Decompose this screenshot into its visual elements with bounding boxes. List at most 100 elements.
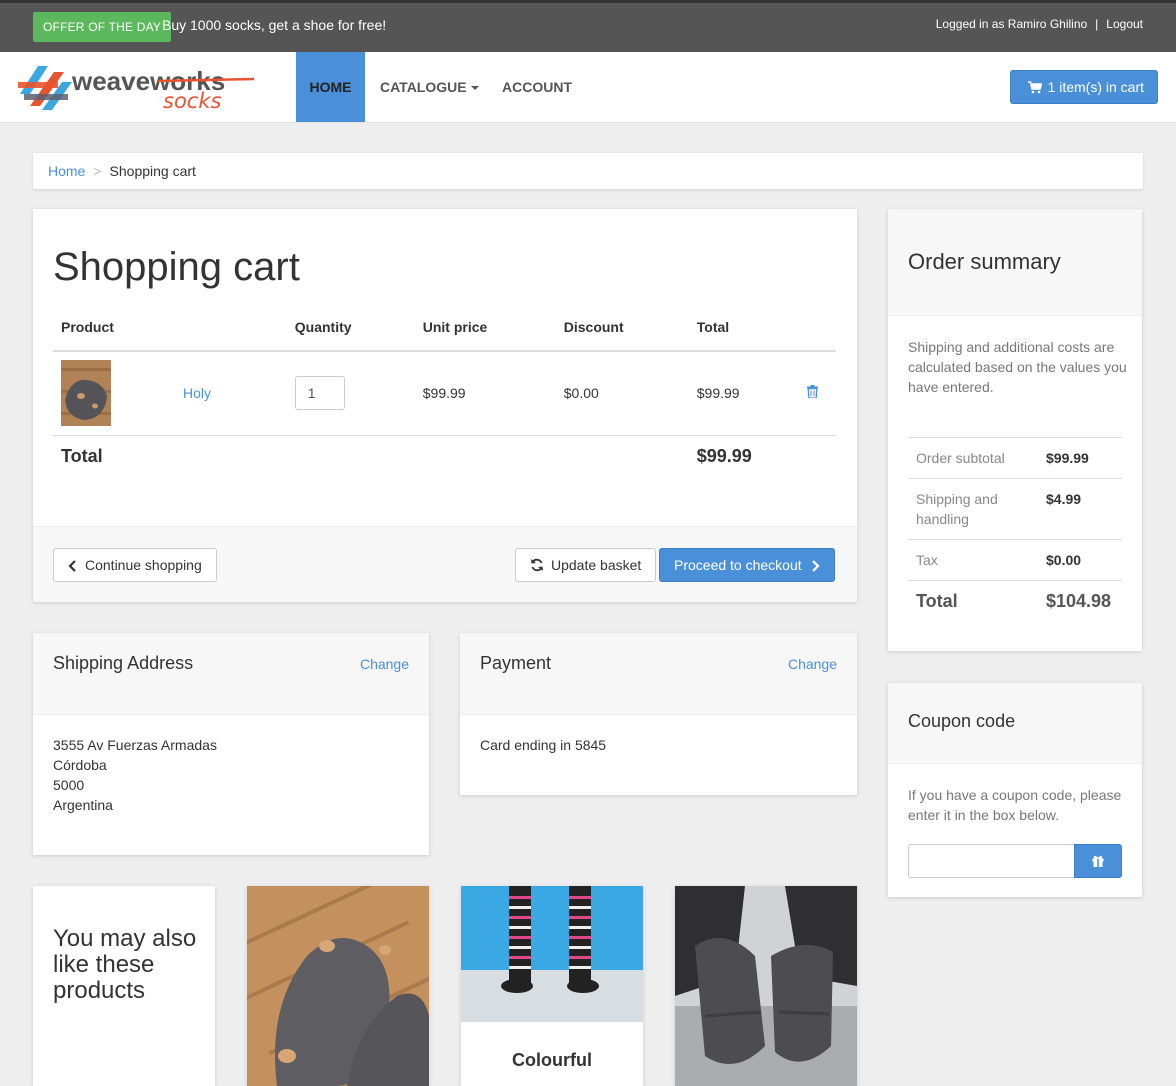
nav-catalogue[interactable]: CATALOGUE xyxy=(380,52,479,122)
order-summary-note: Shipping and additional costs are calcul… xyxy=(908,339,1127,395)
coupon-title: Coupon code xyxy=(908,711,1016,731)
summary-row-shipping: Shipping and handling $4.99 xyxy=(908,478,1122,540)
summary-value: $99.99 xyxy=(1038,437,1122,479)
change-payment-link[interactable]: Change xyxy=(788,656,837,672)
total-cell: $99.99 xyxy=(688,351,799,436)
quantity-input[interactable] xyxy=(294,376,345,411)
related-product-image[interactable] xyxy=(247,886,429,1086)
top-bar: OFFER OF THE DAY Buy 1000 socks, get a s… xyxy=(0,0,1176,52)
update-basket-button[interactable]: Update basket xyxy=(515,548,657,582)
trash-icon[interactable] xyxy=(806,385,818,399)
coupon-input[interactable] xyxy=(908,844,1074,878)
nav-home[interactable]: HOME xyxy=(296,52,365,122)
product-image-holy[interactable] xyxy=(61,360,111,427)
summary-value: $0.00 xyxy=(1038,539,1122,581)
cart-total-value: $99.99 xyxy=(696,445,752,466)
order-summary-table: Order subtotal $99.99 Shipping and handl… xyxy=(908,437,1122,621)
weaveworks-socks-logo[interactable]: weaveworks socks xyxy=(18,60,258,116)
payment-header: Payment Change xyxy=(460,633,857,715)
quantity-cell xyxy=(286,351,415,436)
update-basket-label: Update basket xyxy=(551,557,642,573)
summary-total-value: $104.98 xyxy=(1038,580,1122,621)
proceed-to-checkout-button[interactable]: Proceed to checkout xyxy=(659,548,835,582)
cart-table: Product Quantity Unit price Discount Tot… xyxy=(53,319,836,477)
product-name-cell: Holy xyxy=(175,351,287,436)
cart-actions: Continue shopping Update basket Proceed … xyxy=(33,526,857,602)
table-row: Holy $99.99 $0.00 $99.99 xyxy=(53,351,836,436)
shipping-address-body: 3555 Av Fuerzas Armadas Córdoba 5000 Arg… xyxy=(53,735,217,815)
summary-label: Tax xyxy=(908,539,1038,581)
breadcrumb-separator: > xyxy=(93,163,102,179)
shopping-cart-panel: Shopping cart Product Quantity Unit pric… xyxy=(33,209,857,602)
offer-text: Buy 1000 socks, get a shoe for free! xyxy=(162,17,387,33)
summary-value: $4.99 xyxy=(1038,478,1122,540)
navbar: weaveworks socks HOME CATALOGUE ACCOUNT … xyxy=(0,52,1176,123)
order-summary-panel: Order summary Shipping and additional co… xyxy=(888,209,1142,651)
summary-row-total: Total $104.98 xyxy=(908,580,1122,621)
summary-label: Order subtotal xyxy=(908,437,1038,479)
nav-catalogue-label: CATALOGUE xyxy=(380,79,467,95)
breadcrumb: Home > Shopping cart xyxy=(33,153,1143,189)
related-product-image[interactable] xyxy=(461,886,643,1022)
address-line: 3555 Av Fuerzas Armadas xyxy=(53,737,217,753)
offer-of-the-day-button[interactable]: OFFER OF THE DAY xyxy=(33,12,172,42)
related-product-caption[interactable]: Colourful xyxy=(461,1050,643,1071)
related-product-image[interactable] xyxy=(675,886,857,1086)
nav-home-label: HOME xyxy=(309,79,352,95)
coupon-panel: Coupon code If you have a coupon code, p… xyxy=(888,683,1142,897)
breadcrumb-home-link[interactable]: Home xyxy=(48,163,85,179)
shipping-address-title: Shipping Address xyxy=(53,653,194,673)
discount-cell: $0.00 xyxy=(555,351,689,436)
continue-shopping-label: Continue shopping xyxy=(85,557,202,573)
nav-account[interactable]: ACCOUNT xyxy=(502,52,572,122)
payment-panel: Payment Change Card ending in 5845 xyxy=(460,633,857,795)
cart-total-row: Total $99.99 xyxy=(53,435,836,477)
coupon-header: Coupon code xyxy=(888,683,1142,764)
card-info: Card ending in 5845 xyxy=(480,737,607,753)
unit-price-cell: $99.99 xyxy=(414,351,556,436)
summary-total-label: Total xyxy=(908,580,1038,621)
change-shipping-link[interactable]: Change xyxy=(360,656,409,672)
shipping-address-header: Shipping Address Change xyxy=(33,633,429,715)
chevron-left-icon xyxy=(68,560,76,572)
checkout-label: Proceed to checkout xyxy=(674,557,802,573)
related-products-title: You may also like these products xyxy=(53,925,197,1004)
shipping-address-panel: Shipping Address Change 3555 Av Fuerzas … xyxy=(33,633,429,855)
product-image-cell xyxy=(53,351,175,436)
cart-table-header: Product Quantity Unit price Discount Tot… xyxy=(53,319,836,352)
login-status: Logged in as Ramiro Ghilino | Logout xyxy=(936,17,1143,31)
col-unit-price: Unit price xyxy=(414,319,556,352)
weaveworks-logo-icon xyxy=(18,66,72,110)
order-summary-header: Order summary xyxy=(888,209,1142,316)
breadcrumb-current: Shopping cart xyxy=(109,163,196,179)
cart-button[interactable]: 1 item(s) in cart xyxy=(1009,70,1158,104)
product-name-link[interactable]: Holy xyxy=(183,385,211,401)
col-discount: Discount xyxy=(555,319,689,352)
apply-coupon-button[interactable] xyxy=(1074,844,1122,878)
brand-sub-text: socks xyxy=(163,89,221,113)
related-product-card[interactable] xyxy=(675,886,857,1086)
col-actions xyxy=(798,319,836,352)
logged-in-user: Logged in as Ramiro Ghilino xyxy=(935,17,1088,31)
page-title: Shopping cart xyxy=(53,245,300,289)
logout-link[interactable]: Logout xyxy=(1106,17,1143,31)
payment-title: Payment xyxy=(480,653,552,673)
related-product-card[interactable] xyxy=(247,886,429,1086)
refresh-icon xyxy=(531,558,543,572)
shopping-cart-icon xyxy=(1027,81,1043,94)
actions-cell xyxy=(798,351,836,436)
related-products-heading-box: You may also like these products xyxy=(33,886,215,1086)
chevron-right-icon xyxy=(811,560,820,572)
payment-body: Card ending in 5845 xyxy=(480,735,606,755)
address-line: Córdoba xyxy=(53,757,107,773)
summary-label: Shipping and handling xyxy=(908,478,1038,540)
address-line: 5000 xyxy=(53,777,85,793)
nav-account-label: ACCOUNT xyxy=(502,79,572,95)
related-product-card[interactable]: Colourful xyxy=(461,886,643,1086)
order-summary-title: Order summary xyxy=(908,249,1061,274)
summary-row-tax: Tax $0.00 xyxy=(908,539,1122,581)
cart-button-label: 1 item(s) in cart xyxy=(1047,79,1144,95)
col-product: Product xyxy=(53,319,287,352)
cart-total-label: Total xyxy=(61,445,103,466)
continue-shopping-button[interactable]: Continue shopping xyxy=(53,548,217,582)
